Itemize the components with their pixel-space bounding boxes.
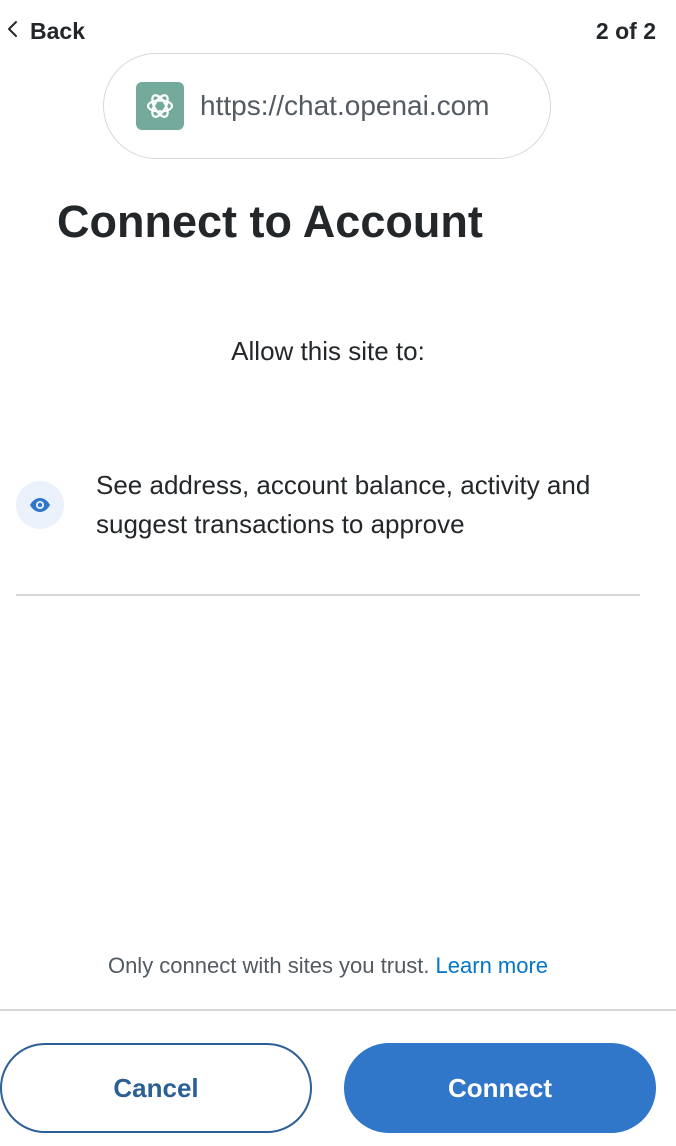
back-label: Back — [30, 17, 85, 44]
learn-more-link[interactable]: Learn more — [436, 953, 549, 978]
chevron-left-icon — [6, 19, 20, 44]
trust-note: Only connect with sites you trust. Learn … — [0, 953, 656, 979]
back-button[interactable]: Back — [6, 14, 85, 48]
permission-item: See address, account balance, activity a… — [16, 466, 640, 544]
cancel-button[interactable]: Cancel — [0, 1043, 312, 1133]
permission-text: See address, account balance, activity a… — [96, 470, 591, 539]
page-title: Connect to Account — [57, 196, 483, 247]
connect-button[interactable]: Connect — [344, 1043, 656, 1133]
eye-icon — [16, 481, 64, 529]
step-counter: 2 of 2 — [595, 18, 656, 44]
openai-logo-icon — [136, 82, 184, 130]
permissions-heading: Allow this site to: — [231, 336, 425, 366]
trust-note-text: Only connect with sites you trust. — [107, 953, 430, 978]
site-origin-pill: https://chat.openai.com — [103, 53, 551, 159]
site-url: https://chat.openai.com — [200, 90, 490, 121]
footer-divider — [0, 1009, 676, 1011]
divider — [16, 594, 640, 596]
